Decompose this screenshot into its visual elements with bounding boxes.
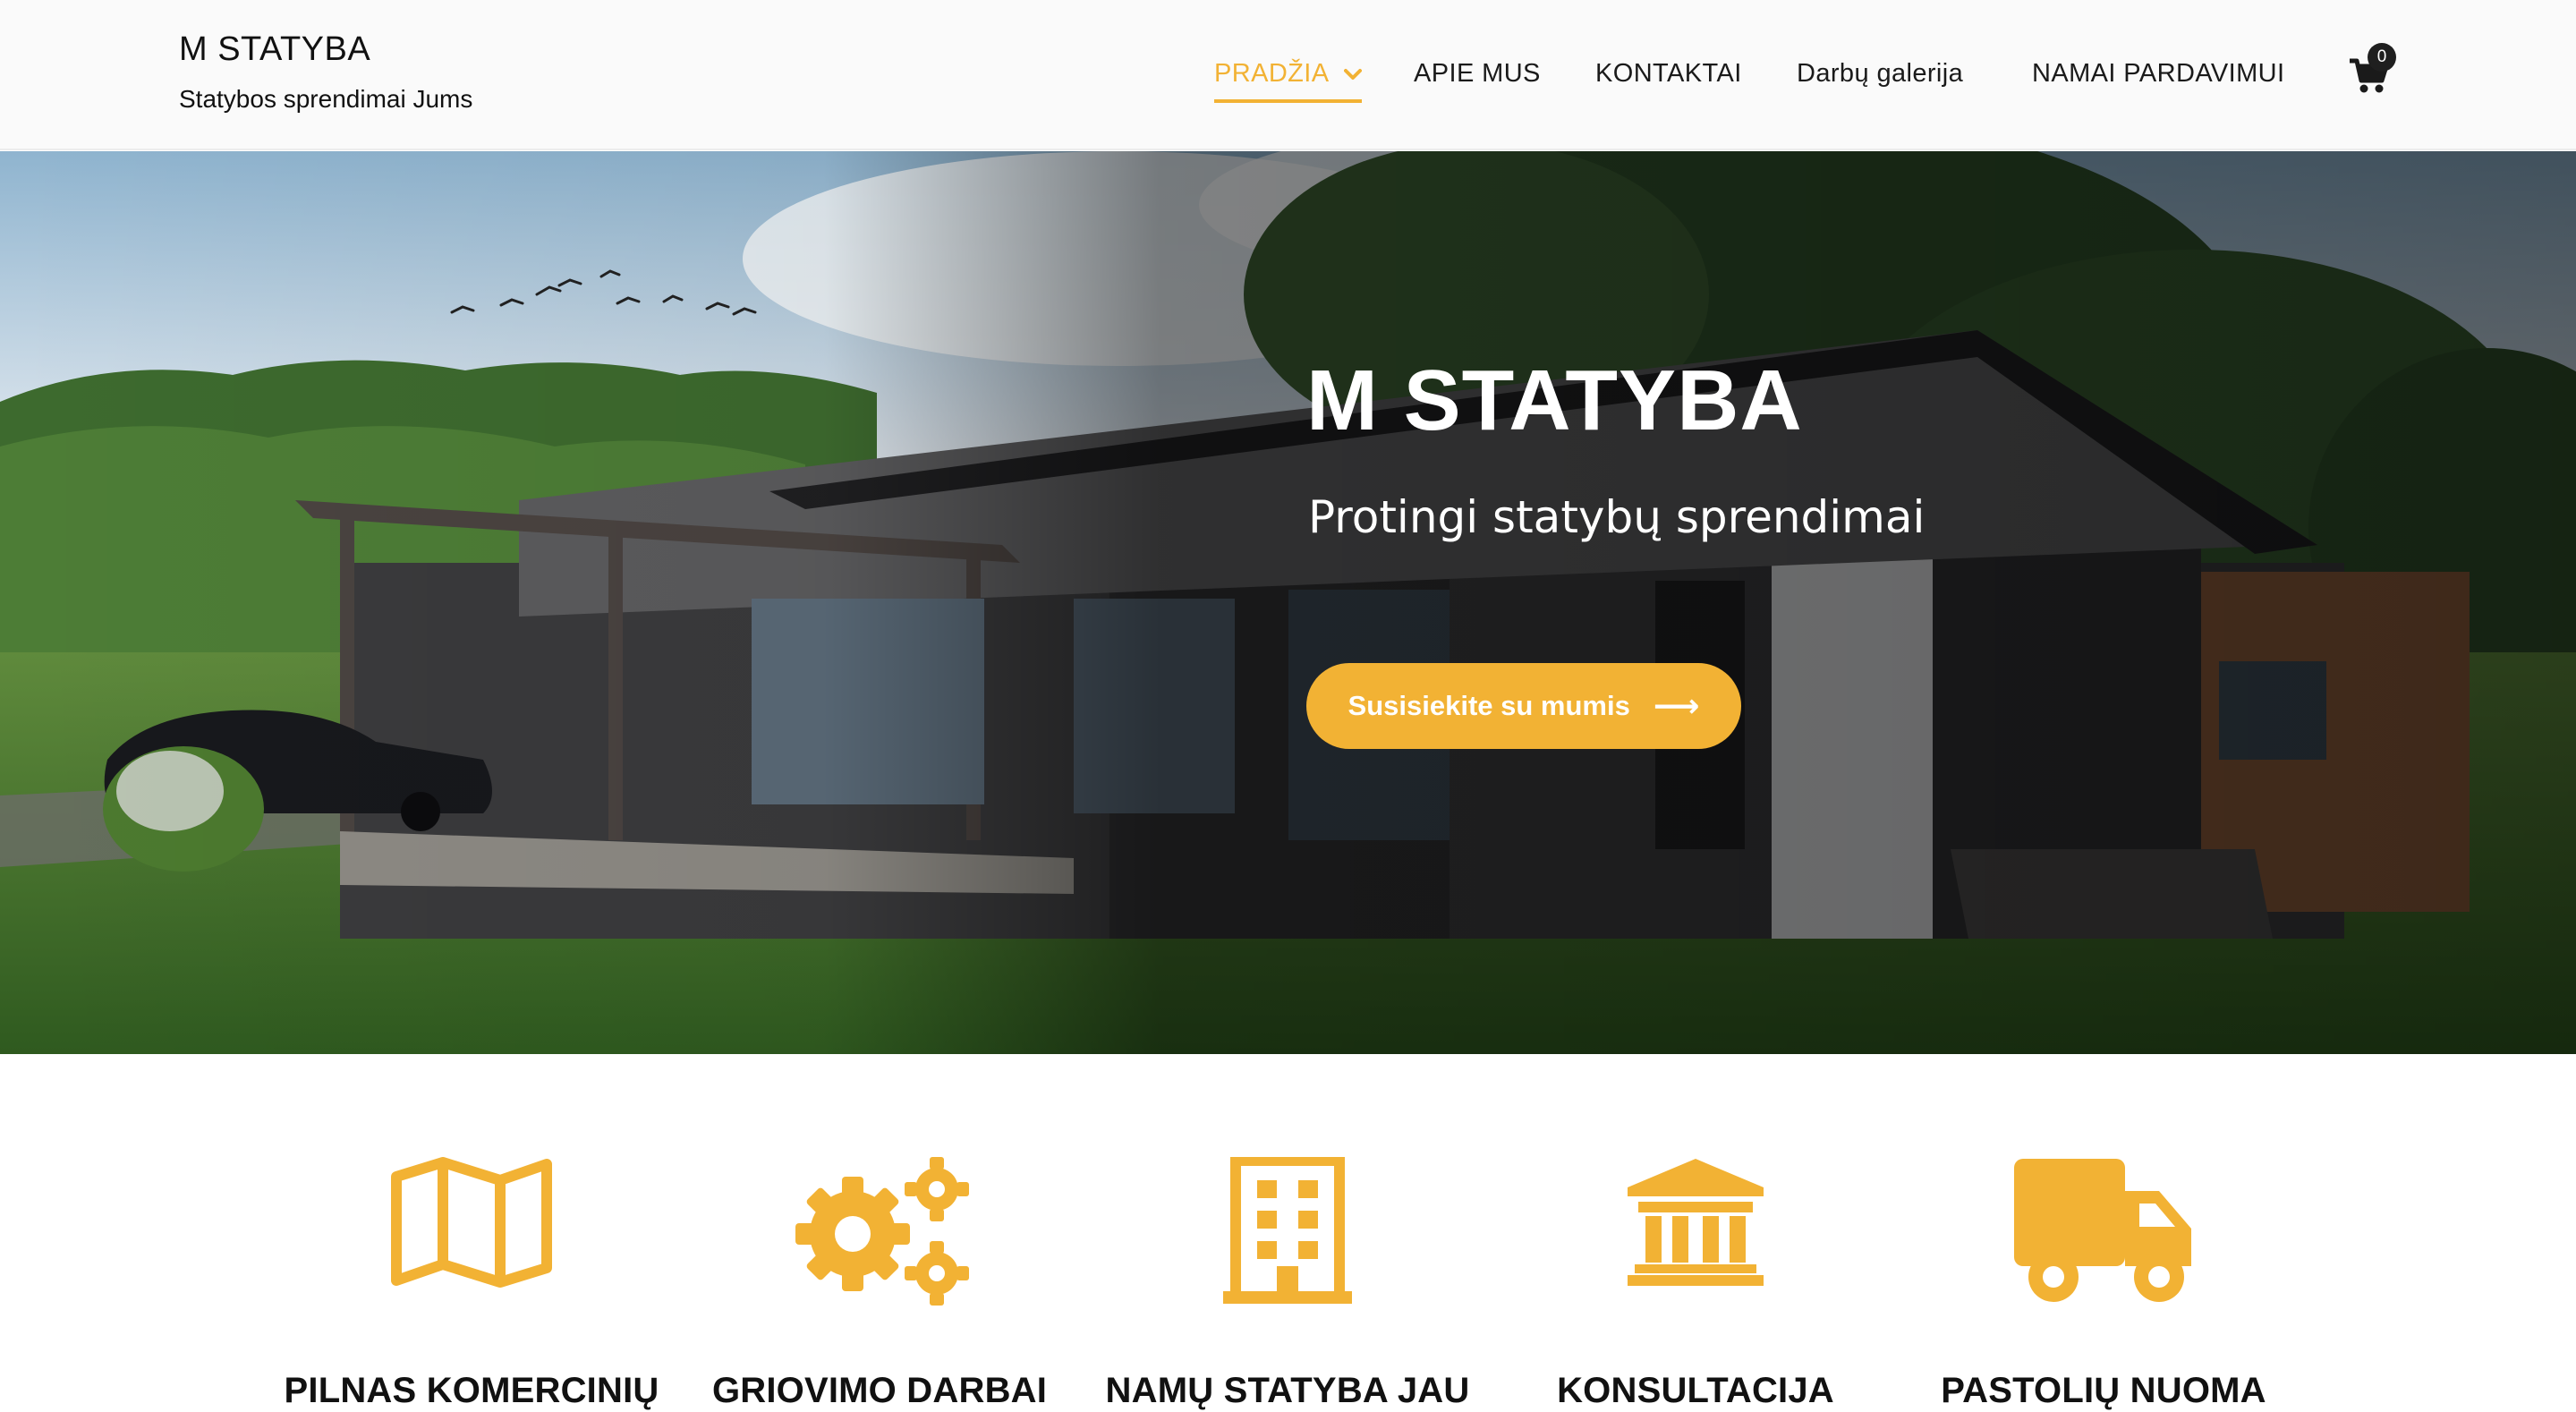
nav-item-kontaktai[interactable]: KONTAKTAI [1595, 59, 1742, 89]
hero-background-image [0, 151, 2576, 1054]
services-section: PILNAS KOMERCINIŲ GRIOVIMO DARBAI NAMŲ S… [0, 1054, 2576, 1412]
nav-item-namai-pardavimui[interactable]: NAMAI PARDAVIMUI [2032, 59, 2284, 89]
site-header: M STATYBA Statybos sprendimai Jums PRADŽ… [0, 0, 2576, 150]
bank-icon [1628, 1159, 1764, 1286]
contact-us-label: Susisiekite su mumis [1348, 690, 1630, 721]
map-icon [391, 1157, 552, 1288]
gears-icon [795, 1157, 969, 1306]
site-title[interactable]: M STATYBA [179, 30, 472, 69]
hero-subtitle: Protingi statybų sprendimai [1308, 491, 1926, 543]
building-icon [1223, 1157, 1352, 1304]
service-label: NAMŲ STATYBA JAU [1105, 1371, 1470, 1410]
service-label: PILNAS KOMERCINIŲ [284, 1371, 659, 1410]
nav-item-darbu-galerija[interactable]: Darbų galerija [1797, 59, 1963, 89]
service-label: PASTOLIŲ NUOMA [1941, 1371, 2266, 1410]
nav-item-pradzia[interactable]: PRADŽIA [1214, 59, 1363, 103]
chevron-down-icon [1344, 69, 1363, 81]
nav-item-label: PRADŽIA [1214, 59, 1328, 88]
active-underline [1214, 99, 1363, 103]
brand[interactable]: M STATYBA Statybos sprendimai Jums [179, 30, 472, 114]
nav-item-apie-mus[interactable]: APIE MUS [1414, 59, 1541, 89]
contact-us-button[interactable]: Susisiekite su mumis ⟶ [1306, 663, 1741, 749]
hero-banner: M STATYBA Protingi statybų sprendimai Su… [0, 151, 2576, 1054]
arrow-right-icon: ⟶ [1653, 687, 1700, 724]
hero-title: M STATYBA [1306, 353, 1803, 448]
cart-count-badge: 0 [2368, 43, 2396, 72]
service-label: KONSULTACIJA [1557, 1371, 1834, 1410]
service-label: GRIOVIMO DARBAI [711, 1371, 1048, 1410]
site-tagline: Statybos sprendimai Jums [179, 85, 473, 113]
truck-icon [2014, 1159, 2191, 1302]
